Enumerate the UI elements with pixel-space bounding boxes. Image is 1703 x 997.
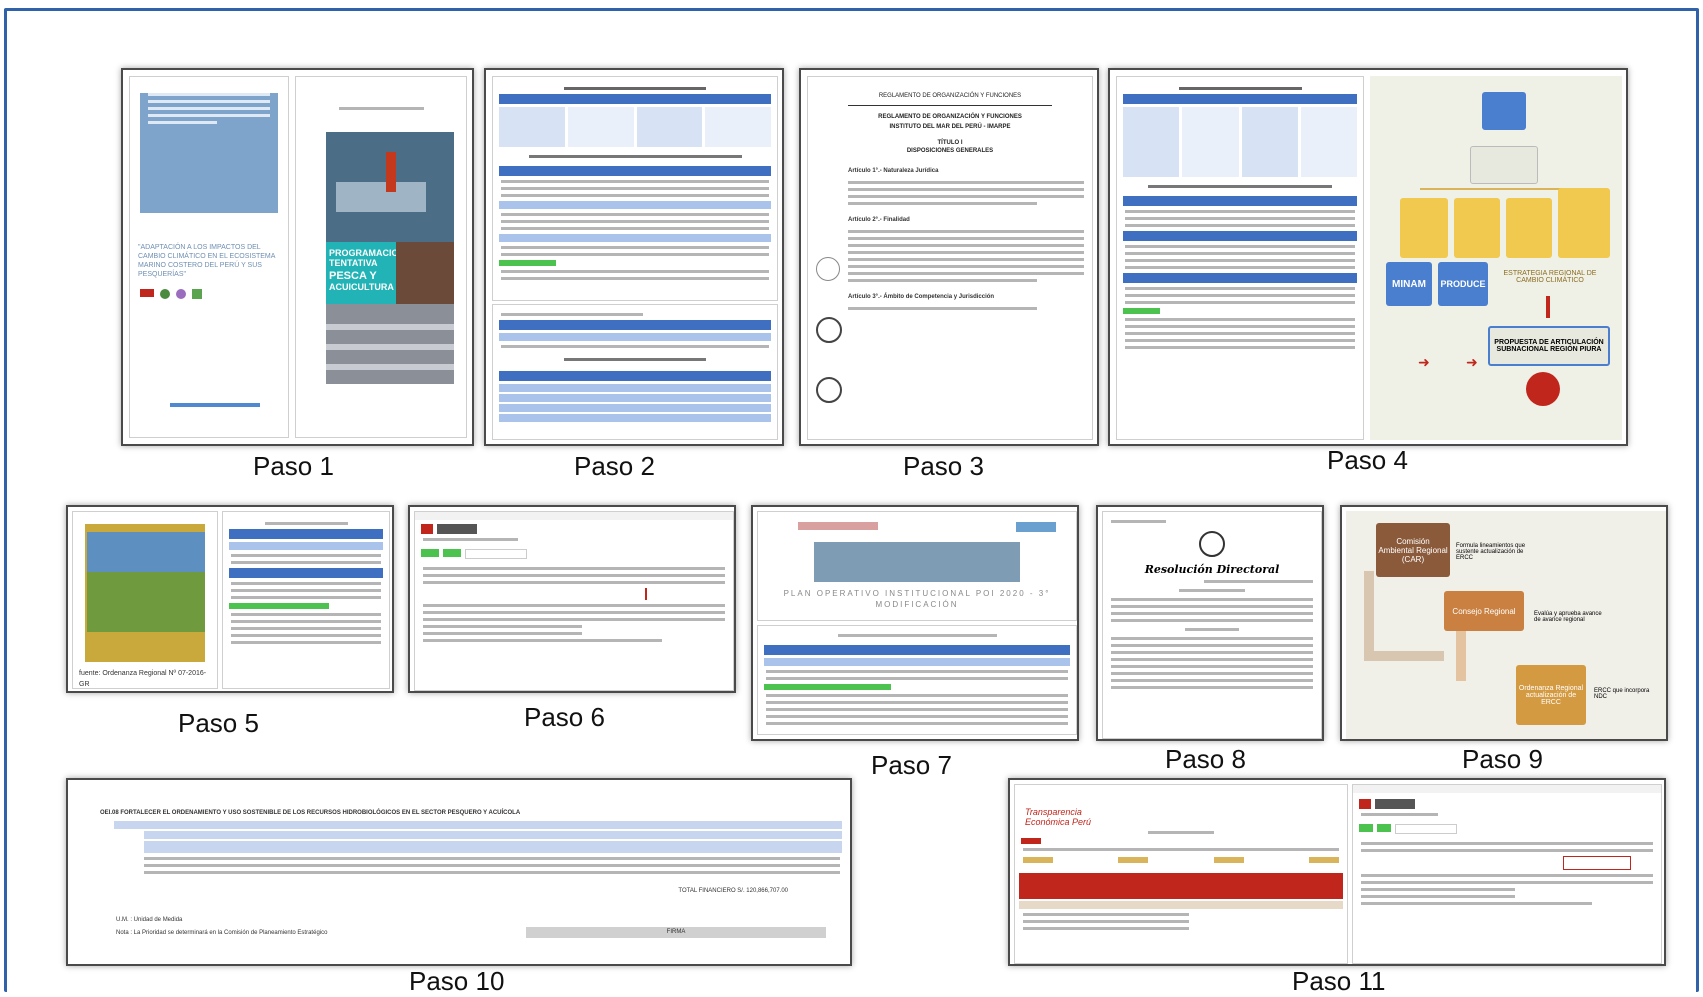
- paso-3-disposiciones: DISPOSICIONES GENERALES: [906, 148, 994, 154]
- paso-2-thumbnail: [484, 68, 784, 446]
- paso-1-cover-title-box: PROGRAMACION TENTATIVA PESCA Y ACUICULTU…: [326, 242, 405, 304]
- paso-1-report-page: "ADAPTACIÓN A LOS IMPACTOS DEL CAMBIO CL…: [129, 76, 289, 438]
- paso-2-table-page-bottom: [492, 304, 778, 440]
- paso-7-thumbnail: PLAN OPERATIVO INSTITUCIONAL POI 2020 - …: [751, 505, 1079, 741]
- paso-1-label: Paso 1: [253, 451, 334, 481]
- paso-11-red-band: [1019, 873, 1343, 899]
- paso-9-flow-diagram: Comisión Ambiental Regional (CAR) Formul…: [1346, 511, 1666, 739]
- paso-3-seal-2: [816, 377, 842, 403]
- paso-8-resolution-page: Resolución Directoral: [1102, 511, 1322, 739]
- paso-11-thumbnail: Transparencia Económica Perú: [1008, 778, 1666, 966]
- paso-4-logo: [1526, 372, 1560, 406]
- paso-4-label: Paso 4: [1327, 445, 1408, 475]
- paso-4-diagram: MINAM PRODUCE ESTRATEGIA REGIONAL DE CAM…: [1370, 76, 1622, 440]
- paso-3-regulation-page: REGLAMENTO DE ORGANIZACIÓN Y FUNCIONES R…: [807, 76, 1093, 440]
- paso-4-arrow-2: ➜: [1466, 354, 1478, 370]
- paso-5-label: Paso 5: [178, 708, 259, 738]
- paso-4-yellow-box-1: [1400, 198, 1448, 258]
- paso-7-poi-cover: PLAN OPERATIVO INSTITUCIONAL POI 2020 - …: [757, 511, 1077, 621]
- paso-3-doc-title: REGLAMENTO DE ORGANIZACIÓN Y FUNCIONES: [878, 114, 1022, 120]
- paso-9-arrow-2: [1456, 631, 1466, 681]
- paso-4-thumbnail: MINAM PRODUCE ESTRATEGIA REGIONAL DE CAM…: [1108, 68, 1628, 446]
- paso-4-top-box: [1482, 92, 1526, 130]
- paso-11-label: Paso 11: [1292, 966, 1386, 996]
- paso-3-art1: Artículo 1°.- Naturaleza Jurídica: [848, 168, 939, 174]
- paso-1-quote: "ADAPTACIÓN A LOS IMPACTOS DEL CAMBIO CL…: [138, 244, 276, 278]
- paso-9-thumbnail: Comisión Ambiental Regional (CAR) Formul…: [1340, 505, 1668, 741]
- paso-10-total: TOTAL FINANCIERO S/. 120,866,707.00: [678, 888, 788, 894]
- paso-9-arrow-1-h: [1364, 651, 1444, 661]
- paso-1-logos: [140, 289, 278, 299]
- paso-10-thumbnail: OEI.08 FORTALECER EL ORDENAMIENTO Y USO …: [66, 778, 852, 966]
- paso-5-fuente: fuente: Ordenanza Regional Nº 07-2016-GR: [79, 670, 207, 688]
- paso-3-signature-1: [816, 257, 840, 281]
- paso-4-down-arrow: [1546, 296, 1550, 318]
- paso-1-cover-page: PROGRAMACION TENTATIVA PESCA Y ACUICULTU…: [295, 76, 467, 438]
- paso-1-blue-box: [140, 93, 278, 213]
- paso-4-yellow-box-4: [1558, 188, 1610, 258]
- paso-3-label: Paso 3: [903, 451, 984, 481]
- paso-1-cover-title-4: ACUICULTURA: [329, 282, 394, 292]
- paso-10-firma: FIRMA: [526, 927, 826, 938]
- paso-1-cover-title-3: PESCA Y: [329, 270, 377, 282]
- paso-4-table-page: [1116, 76, 1364, 440]
- paso-7-banner: PLAN OPERATIVO INSTITUCIONAL POI 2020 - …: [783, 589, 1051, 609]
- paso-5-table-page: [222, 511, 390, 689]
- paso-1-cover-title-1: PROGRAMACION: [329, 248, 405, 258]
- paso-5-thumbnail: fuente: Ordenanza Regional Nº 07-2016-GR: [66, 505, 394, 693]
- paso-11-portal: Transparencia Económica Perú: [1025, 807, 1092, 827]
- paso-7-photo: [814, 542, 1020, 582]
- paso-3-title: REGLAMENTO DE ORGANIZACIÓN Y FUNCIONES: [878, 93, 1022, 99]
- paso-9-label: Paso 9: [1462, 744, 1543, 774]
- paso-3-thumbnail: REGLAMENTO DE ORGANIZACIÓN Y FUNCIONES R…: [799, 68, 1099, 446]
- paso-10-budget-table: OEI.08 FORTALECER EL ORDENAMIENTO Y USO …: [74, 786, 848, 962]
- paso-8-thumbnail: Resolución Directoral: [1096, 505, 1324, 741]
- paso-8-label: Paso 8: [1165, 744, 1246, 774]
- paso-9-ordenanza: Ordenanza Regional actualización de ERCC: [1516, 665, 1586, 725]
- paso-4-yellow-box-2: [1454, 198, 1500, 258]
- paso-10-nota: Nota : La Prioridad se determinará en la…: [116, 930, 328, 936]
- paso-3-subtitle: INSTITUTO DEL MAR DEL PERÚ - IMARPE: [889, 124, 1011, 130]
- paso-4-propuesta: PROPUESTA DE ARTICULACIÓN SUBNACIONAL RE…: [1488, 326, 1610, 366]
- paso-9-arrow-1: [1364, 571, 1374, 661]
- paso-1-ship-photo: [326, 132, 454, 242]
- paso-10-header: OEI.08 FORTALECER EL ORDENAMIENTO Y USO …: [100, 810, 521, 816]
- paso-9-car-note: Formula lineamientos que sustente actual…: [1456, 543, 1526, 561]
- paso-5-cover-page: fuente: Ordenanza Regional Nº 07-2016-GR: [72, 511, 218, 689]
- paso-10-label: Paso 10: [409, 966, 505, 996]
- paso-11-consulta-screen: [1352, 784, 1662, 964]
- paso-9-consejo-note: Evalúa y aprueba avance de avance region…: [1534, 611, 1602, 623]
- paso-6-label: Paso 6: [524, 702, 605, 732]
- paso-1-thumbnail: "ADAPTACIÓN A LOS IMPACTOS DEL CAMBIO CL…: [121, 68, 474, 446]
- paso-8-coat-of-arms: [1199, 531, 1225, 557]
- paso-9-car: Comisión Ambiental Regional (CAR): [1376, 523, 1450, 577]
- paso-4-second-box: [1470, 146, 1538, 184]
- paso-11-transparency-portal: Transparencia Económica Perú: [1014, 784, 1348, 964]
- paso-4-estrategia: ESTRATEGIA REGIONAL DE CAMBIO CLIMÁTICO: [1503, 270, 1597, 284]
- paso-4-yellow-box-3: [1506, 198, 1552, 258]
- paso-8-heading: Resolución Directoral: [1144, 563, 1280, 576]
- paso-7-table: [757, 625, 1077, 735]
- paso-1-cover-title-2: TENTATIVA: [329, 258, 378, 268]
- paso-6-screenshot: [414, 511, 734, 691]
- paso-3-seal-1: [816, 317, 842, 343]
- paso-4-produce: PRODUCE: [1438, 262, 1488, 306]
- paso-3-titulo: TÍTULO I: [937, 140, 963, 146]
- paso-6-thumbnail: [408, 505, 736, 693]
- paso-2-label: Paso 2: [574, 451, 655, 481]
- paso-4-arrow-1: ➜: [1418, 354, 1430, 370]
- paso-4-minam: MINAM: [1386, 262, 1432, 306]
- paso-7-label: Paso 7: [871, 750, 952, 780]
- paso-1-fish-photo: [326, 304, 454, 384]
- paso-2-table-page-top: [492, 76, 778, 301]
- paso-9-ordenanza-note: ERCC que incorpora NDC: [1594, 688, 1650, 700]
- paso-3-art3: Artículo 3°.- Ámbito de Competencia y Ju…: [848, 294, 995, 300]
- paso-10-um: U.M. : Unidad de Medida: [116, 917, 183, 923]
- paso-9-consejo: Consejo Regional: [1444, 591, 1524, 631]
- paso-3-art2: Artículo 2°.- Finalidad: [848, 217, 910, 223]
